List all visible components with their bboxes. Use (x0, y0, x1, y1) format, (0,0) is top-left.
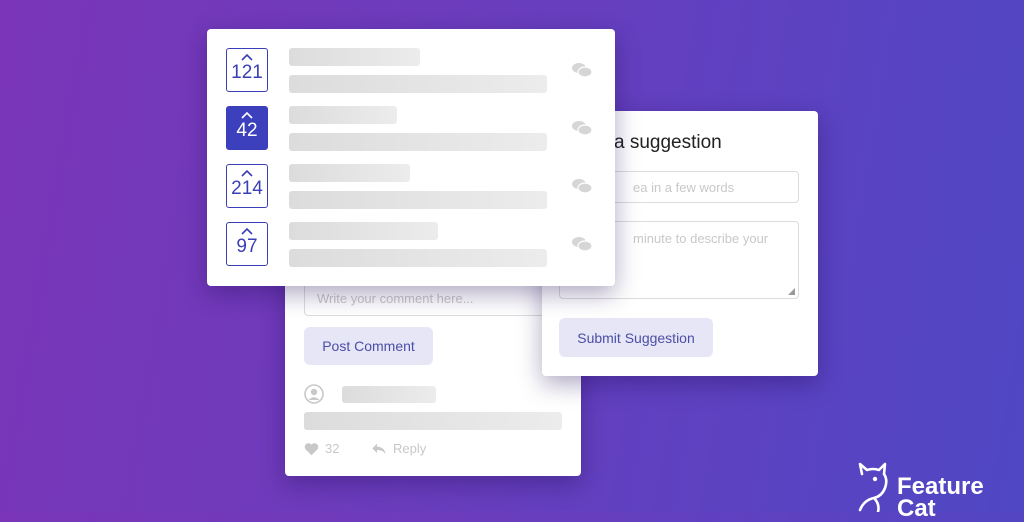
comment-input[interactable]: Write your comment here... (304, 282, 562, 316)
upvote-button[interactable]: 214 (226, 164, 268, 208)
feature-description-placeholder (289, 191, 547, 209)
feature-list-card: 121 42 214 97 (207, 29, 615, 286)
suggestion-title: a suggestion (614, 132, 722, 153)
comment-card: Write your comment here... Post Comment … (285, 255, 581, 476)
comments-icon[interactable] (571, 62, 593, 83)
feature-description-placeholder (289, 75, 547, 93)
cat-logo-icon (858, 462, 888, 512)
feature-title-placeholder (289, 222, 438, 240)
heart-icon (304, 442, 319, 455)
description-placeholder: minute to describe your (633, 231, 769, 246)
feature-description-placeholder (289, 249, 547, 267)
reply-icon (372, 443, 386, 454)
upvote-button[interactable]: 42 (226, 106, 268, 150)
vote-count: 214 (231, 178, 263, 199)
feature-title-placeholder (289, 164, 410, 182)
post-comment-button[interactable]: Post Comment (304, 327, 433, 365)
chevron-up-icon (241, 228, 253, 235)
comment-text-placeholder (304, 412, 562, 430)
upvote-button[interactable]: 121 (226, 48, 268, 92)
featurecat-logo: Feature Cat (852, 462, 1024, 521)
comment-author-placeholder (342, 386, 436, 403)
like-button[interactable]: 32 (304, 441, 339, 456)
reply-button[interactable]: Reply (371, 441, 426, 456)
comments-icon[interactable] (571, 120, 593, 141)
chevron-up-icon (241, 112, 253, 119)
comments-icon[interactable] (571, 236, 593, 257)
user-avatar-icon (304, 384, 324, 404)
chevron-up-icon (241, 170, 253, 177)
like-count: 32 (325, 441, 340, 456)
logo-line2: Cat (897, 495, 936, 522)
vote-count: 42 (236, 120, 258, 141)
comments-icon[interactable] (571, 178, 593, 199)
vote-count: 97 (236, 236, 258, 257)
reply-label: Reply (393, 441, 427, 456)
feature-title-placeholder (289, 48, 420, 66)
feature-description-placeholder (289, 133, 547, 151)
vote-count: 121 (231, 62, 263, 83)
upvote-button[interactable]: 97 (226, 222, 268, 266)
submit-suggestion-button[interactable]: Submit Suggestion (559, 318, 713, 357)
chevron-up-icon (241, 54, 253, 61)
resize-handle[interactable] (788, 288, 795, 295)
feature-title-placeholder (289, 106, 397, 124)
